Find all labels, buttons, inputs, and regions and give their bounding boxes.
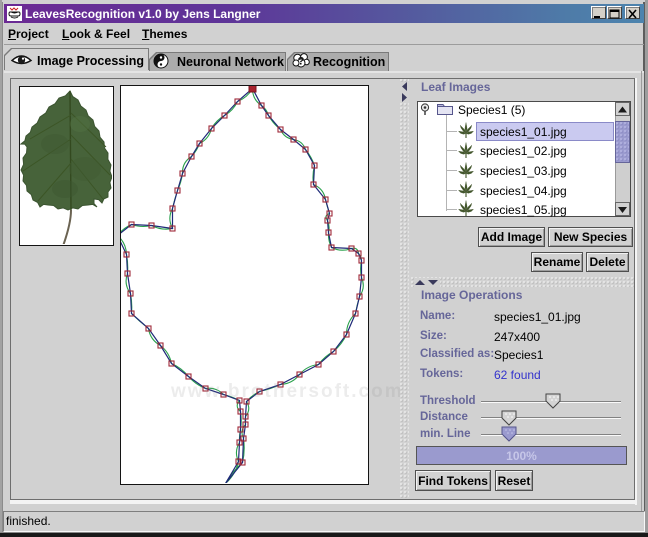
svg-text:?: ? (298, 56, 305, 68)
